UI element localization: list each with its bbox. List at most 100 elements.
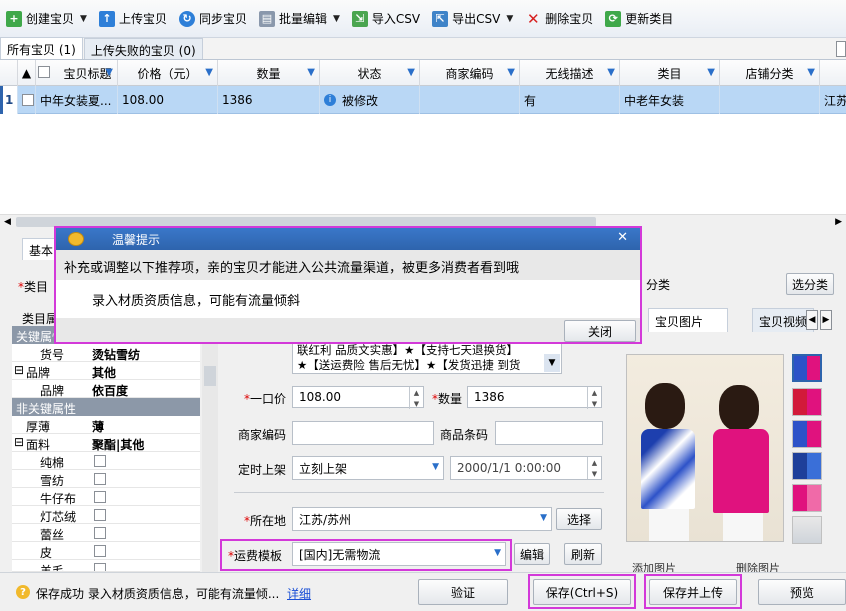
material-row[interactable]: 纯棉: [12, 452, 200, 470]
material-row[interactable]: 牛仔布: [12, 488, 200, 506]
cell-location[interactable]: 江苏: [820, 86, 846, 114]
save-and-upload-button[interactable]: 保存并上传: [649, 579, 737, 605]
chevron-down-icon[interactable]: ▼: [544, 354, 560, 372]
thumbnail[interactable]: [792, 516, 822, 544]
chevron-down-icon[interactable]: ▼: [80, 14, 87, 24]
material-row[interactable]: 灯芯绒: [12, 506, 200, 524]
attr-row[interactable]: 货号 烫钻雪纺: [12, 344, 200, 362]
filter-icon[interactable]: ▼: [205, 67, 213, 78]
cell-quantity[interactable]: 1386: [218, 86, 320, 114]
merchant-code-input[interactable]: [292, 421, 434, 445]
attr-row[interactable]: ⊟ 品牌 其他: [12, 362, 200, 380]
create-item-button[interactable]: + 创建宝贝 ▼: [0, 6, 93, 32]
delete-item-button[interactable]: ✕ 删除宝贝: [519, 6, 599, 32]
cell-price[interactable]: 108.00: [118, 86, 218, 114]
material-row[interactable]: 羊毛: [12, 560, 200, 572]
tab-prev-icon[interactable]: ◀: [806, 310, 818, 330]
chevron-down-icon[interactable]: ▼: [333, 14, 340, 24]
save-button[interactable]: 保存(Ctrl+S): [533, 579, 631, 605]
filter-icon[interactable]: ▼: [807, 67, 815, 78]
panel-toggle[interactable]: [836, 41, 846, 57]
table-row[interactable]: 1 中年女装夏... 108.00 1386 i 被修改 有 中老年女装 江苏: [0, 86, 846, 114]
title-textarea[interactable]: 联红利 品质文实惠】★【支持七天退换货】 ★【送运费险 售后无忧】★【发货迅捷 …: [292, 340, 562, 374]
col-category[interactable]: 类目 ▼: [620, 60, 720, 86]
row-checkbox-cell[interactable]: [18, 86, 36, 114]
material-checkbox[interactable]: [94, 509, 106, 521]
collapse-icon[interactable]: ⊟: [14, 363, 24, 377]
attr-row[interactable]: 厚薄薄: [12, 416, 200, 434]
material-checkbox[interactable]: [94, 491, 106, 503]
cell-status[interactable]: i 被修改: [320, 86, 420, 114]
select-category-button[interactable]: 选分类: [786, 273, 834, 295]
col-price[interactable]: 价格（元） ▼: [118, 60, 218, 86]
select-location-button[interactable]: 选择: [556, 508, 602, 530]
spin-icon[interactable]: ▲ ▼: [409, 387, 423, 409]
import-csv-button[interactable]: ⇲ 导入CSV: [346, 6, 426, 32]
preview-button[interactable]: 预览: [758, 579, 846, 605]
cell-title[interactable]: 中年女装夏...: [36, 86, 118, 114]
material-checkbox[interactable]: [94, 563, 106, 571]
filter-icon[interactable]: ▼: [607, 67, 615, 78]
quantity-input[interactable]: 1386 ▲ ▼: [467, 386, 602, 409]
material-checkbox[interactable]: [94, 455, 106, 467]
sort-up-icon[interactable]: ▲: [18, 60, 36, 86]
filter-icon[interactable]: ▼: [105, 67, 113, 78]
delete-image-link[interactable]: 删除图片: [736, 560, 780, 572]
attr-row[interactable]: 品牌 依百度: [12, 380, 200, 398]
col-location[interactable]: [820, 60, 846, 86]
col-title[interactable]: 宝贝标题 ▼: [36, 60, 118, 86]
thumbnail[interactable]: [792, 452, 822, 480]
row-checkbox[interactable]: [22, 94, 34, 106]
material-row[interactable]: 蕾丝: [12, 524, 200, 542]
batch-edit-button[interactable]: ▤ 批量编辑 ▼: [253, 6, 346, 32]
edit-freight-button[interactable]: 编辑: [514, 543, 550, 565]
thumbnail[interactable]: [792, 388, 822, 416]
cell-wireless-desc[interactable]: 有: [520, 86, 620, 114]
upload-item-button[interactable]: ↑ 上传宝贝: [93, 6, 173, 32]
scroll-right-icon[interactable]: ▶: [835, 217, 842, 227]
tab-next-icon[interactable]: ▶: [820, 310, 832, 330]
material-checkbox[interactable]: [94, 473, 106, 485]
filter-icon[interactable]: ▼: [407, 67, 415, 78]
thumbnail[interactable]: [792, 484, 822, 512]
col-shop-category[interactable]: 店铺分类 ▼: [720, 60, 820, 86]
dialog-close-button[interactable]: 关闭: [564, 320, 636, 342]
refresh-freight-button[interactable]: 刷新: [564, 543, 602, 565]
col-quantity[interactable]: 数量 ▼: [218, 60, 320, 86]
thumbnail[interactable]: [792, 354, 822, 382]
detail-link[interactable]: 详细: [287, 585, 311, 602]
material-row[interactable]: 皮: [12, 542, 200, 560]
tab-item-video[interactable]: 宝贝视频: [752, 308, 815, 332]
dialog-recommendation[interactable]: 录入材质资质信息，可能有流量倾斜: [92, 290, 300, 309]
col-status[interactable]: 状态 ▼: [320, 60, 420, 86]
select-all-checkbox[interactable]: [38, 66, 50, 78]
material-row[interactable]: 雪纺: [12, 470, 200, 488]
sync-item-button[interactable]: ↻ 同步宝贝: [173, 6, 253, 32]
freight-select[interactable]: [国内]无需物流 ▼: [292, 542, 506, 566]
col-wireless-desc[interactable]: 无线描述 ▼: [520, 60, 620, 86]
spin-icon[interactable]: ▲ ▼: [587, 457, 601, 479]
scroll-left-icon[interactable]: ◀: [4, 217, 11, 227]
barcode-input[interactable]: [495, 421, 603, 445]
datetime-input[interactable]: 2000/1/1 0:00:00 ▲ ▼: [450, 456, 602, 480]
material-checkbox[interactable]: [94, 545, 106, 557]
filter-icon[interactable]: ▼: [707, 67, 715, 78]
filter-icon[interactable]: ▼: [307, 67, 315, 78]
chevron-down-icon[interactable]: ▼: [506, 14, 513, 24]
cell-shop-category[interactable]: [720, 86, 820, 114]
verify-button[interactable]: 验证: [418, 579, 508, 605]
export-csv-button[interactable]: ⇱ 导出CSV ▼: [426, 6, 519, 32]
update-category-button[interactable]: ⟳ 更新类目: [599, 6, 679, 32]
add-image-link[interactable]: 添加图片: [632, 560, 676, 572]
location-select[interactable]: 江苏/苏州 ▼: [292, 507, 552, 531]
close-icon[interactable]: ✕: [617, 230, 628, 245]
collapse-icon[interactable]: ⊟: [14, 435, 24, 449]
scrollbar-thumb[interactable]: [204, 366, 216, 386]
spin-icon[interactable]: ▲ ▼: [587, 387, 601, 409]
col-merchant-code[interactable]: 商家编码 ▼: [420, 60, 520, 86]
material-checkbox[interactable]: [94, 527, 106, 539]
thumbnail[interactable]: [792, 420, 822, 448]
tab-upload-failed[interactable]: 上传失败的宝贝 (0): [83, 38, 203, 59]
attr-scrollbar[interactable]: [202, 326, 218, 572]
filter-icon[interactable]: ▼: [507, 67, 515, 78]
